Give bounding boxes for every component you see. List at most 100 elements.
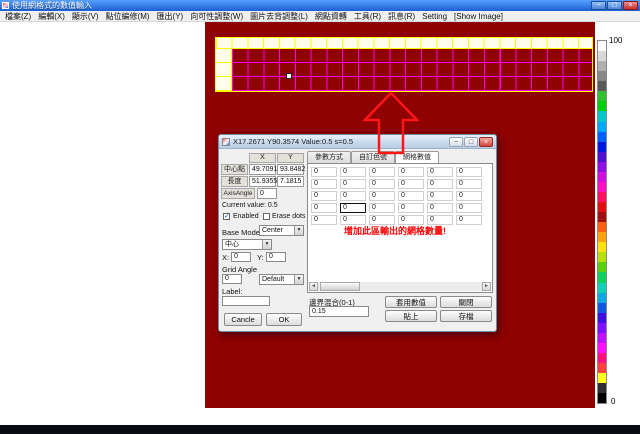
- palette-color[interactable]: [598, 272, 606, 282]
- y-offset-input[interactable]: 0: [266, 252, 286, 262]
- palette-color[interactable]: [598, 293, 606, 303]
- palette-color[interactable]: [598, 202, 606, 212]
- palette-color[interactable]: [598, 222, 606, 232]
- horizontal-scrollbar[interactable]: ◄ ►: [309, 282, 491, 291]
- grid-value-cell[interactable]: 0: [456, 215, 482, 225]
- grid-value-cell[interactable]: 0: [311, 167, 337, 177]
- palette-color[interactable]: [598, 51, 606, 61]
- grid-value-cell[interactable]: 0: [427, 191, 453, 201]
- scroll-right-icon[interactable]: ►: [482, 282, 491, 291]
- palette-color[interactable]: [598, 71, 606, 81]
- grid-value-cell[interactable]: 0: [398, 191, 424, 201]
- palette-color[interactable]: [598, 242, 606, 252]
- menu-item[interactable]: 編輯(X): [38, 11, 65, 22]
- menu-item[interactable]: 圖片去背調整(L): [250, 11, 308, 22]
- minimize-button[interactable]: −: [591, 1, 606, 10]
- palette-color[interactable]: [598, 192, 606, 202]
- menu-item[interactable]: 向可性調整(W): [190, 11, 243, 22]
- center-x-value[interactable]: 49.7091: [249, 164, 276, 175]
- palette-color[interactable]: [598, 101, 606, 111]
- menu-item[interactable]: [Show Image]: [454, 12, 503, 21]
- grid-value-cell[interactable]: 0: [427, 167, 453, 177]
- label-input[interactable]: [222, 296, 270, 306]
- app-titlebar[interactable]: 使用網格式的數值輸入 − □ ×: [0, 0, 640, 11]
- grid-value-cell[interactable]: 0: [427, 203, 453, 213]
- close-dialog-button[interactable]: 關閉: [440, 296, 492, 308]
- palette-color[interactable]: [598, 393, 606, 403]
- palette-color[interactable]: [598, 91, 606, 101]
- grid-value-cell[interactable]: 0: [369, 179, 395, 189]
- color-palette[interactable]: [597, 40, 607, 404]
- grid-value-cell[interactable]: 0: [398, 179, 424, 189]
- grid-value-cell[interactable]: 0: [369, 191, 395, 201]
- grid-value-cell[interactable]: 0: [398, 167, 424, 177]
- menu-item[interactable]: 匯出(Y): [157, 11, 184, 22]
- palette-color[interactable]: [598, 132, 606, 142]
- base-mode-select[interactable]: Center ▼: [259, 225, 304, 236]
- palette-color[interactable]: [598, 142, 606, 152]
- menu-item[interactable]: 點位編修(M): [106, 11, 150, 22]
- grid-value-cell[interactable]: 0: [369, 203, 395, 213]
- grid-value-cell[interactable]: 0: [311, 203, 337, 213]
- palette-color[interactable]: [598, 252, 606, 262]
- palette-color[interactable]: [598, 373, 606, 383]
- paste-button[interactable]: 貼上: [385, 310, 437, 322]
- palette-color[interactable]: [598, 182, 606, 192]
- menu-item[interactable]: 檔案(Z): [5, 11, 31, 22]
- grid-value-cell[interactable]: 0: [340, 191, 366, 201]
- palette-color[interactable]: [598, 122, 606, 132]
- cancel-button[interactable]: Cancle: [224, 313, 262, 326]
- anchor-select[interactable]: 中心 ▼: [222, 239, 272, 250]
- menu-item[interactable]: 工具(R): [354, 11, 381, 22]
- palette-color[interactable]: [598, 212, 606, 222]
- grid-value-cell[interactable]: 0: [369, 167, 395, 177]
- blend-input[interactable]: 0.15: [309, 306, 369, 317]
- grid-value-cell[interactable]: 0: [340, 179, 366, 189]
- scrollbar-thumb[interactable]: [320, 282, 360, 291]
- palette-color[interactable]: [598, 313, 606, 323]
- length-x-value[interactable]: 51.9355: [249, 176, 276, 187]
- length-y-value[interactable]: 7.1815: [277, 176, 304, 187]
- apply-values-button[interactable]: 套用數值: [385, 296, 437, 308]
- palette-color[interactable]: [598, 152, 606, 162]
- axis-angle-value[interactable]: 0: [257, 188, 277, 199]
- grid-value-cell[interactable]: 0: [340, 203, 366, 213]
- dialog-titlebar[interactable]: X17.2671 Y90.3574 Value:0.5 s=0.5 − □ ×: [219, 135, 496, 149]
- ok-button[interactable]: OK: [266, 313, 302, 326]
- menu-item[interactable]: 訊息(R): [388, 11, 415, 22]
- grid-value-cell[interactable]: 0: [456, 179, 482, 189]
- palette-color[interactable]: [598, 232, 606, 242]
- tab-0[interactable]: 參數方式: [307, 151, 351, 163]
- grid-angle-input[interactable]: 0: [222, 274, 242, 284]
- dialog-maximize-button[interactable]: □: [464, 137, 478, 147]
- grid-value-cell[interactable]: 0: [311, 179, 337, 189]
- menu-item[interactable]: 顯示(V): [72, 11, 99, 22]
- palette-color[interactable]: [598, 363, 606, 373]
- grid-value-cell[interactable]: 0: [340, 167, 366, 177]
- palette-color[interactable]: [598, 81, 606, 91]
- grid-value-cell[interactable]: 0: [456, 203, 482, 213]
- grid-value-cell[interactable]: 0: [427, 179, 453, 189]
- palette-color[interactable]: [598, 343, 606, 353]
- palette-color[interactable]: [598, 323, 606, 333]
- grid-angle-mode-select[interactable]: Default ▼: [259, 274, 304, 285]
- palette-color[interactable]: [598, 383, 606, 393]
- palette-color[interactable]: [598, 303, 606, 313]
- grid-value-cell[interactable]: 0: [311, 215, 337, 225]
- grid-value-cell[interactable]: 0: [311, 191, 337, 201]
- x-offset-input[interactable]: 0: [231, 252, 251, 262]
- center-y-value[interactable]: 93.8482: [277, 164, 304, 175]
- palette-color[interactable]: [598, 61, 606, 71]
- palette-color[interactable]: [598, 262, 606, 272]
- dialog-minimize-button[interactable]: −: [449, 137, 463, 147]
- menu-item[interactable]: Setting: [422, 12, 447, 21]
- palette-color[interactable]: [598, 333, 606, 343]
- save-button[interactable]: 存檔: [440, 310, 492, 322]
- close-button[interactable]: ×: [623, 1, 638, 10]
- erase-dots-checkbox[interactable]: [263, 213, 270, 220]
- palette-color[interactable]: [598, 111, 606, 121]
- menu-item[interactable]: 網點資轉: [315, 11, 347, 22]
- grid-value-cell[interactable]: 0: [456, 167, 482, 177]
- enabled-checkbox[interactable]: ✓: [223, 213, 230, 220]
- palette-color[interactable]: [598, 283, 606, 293]
